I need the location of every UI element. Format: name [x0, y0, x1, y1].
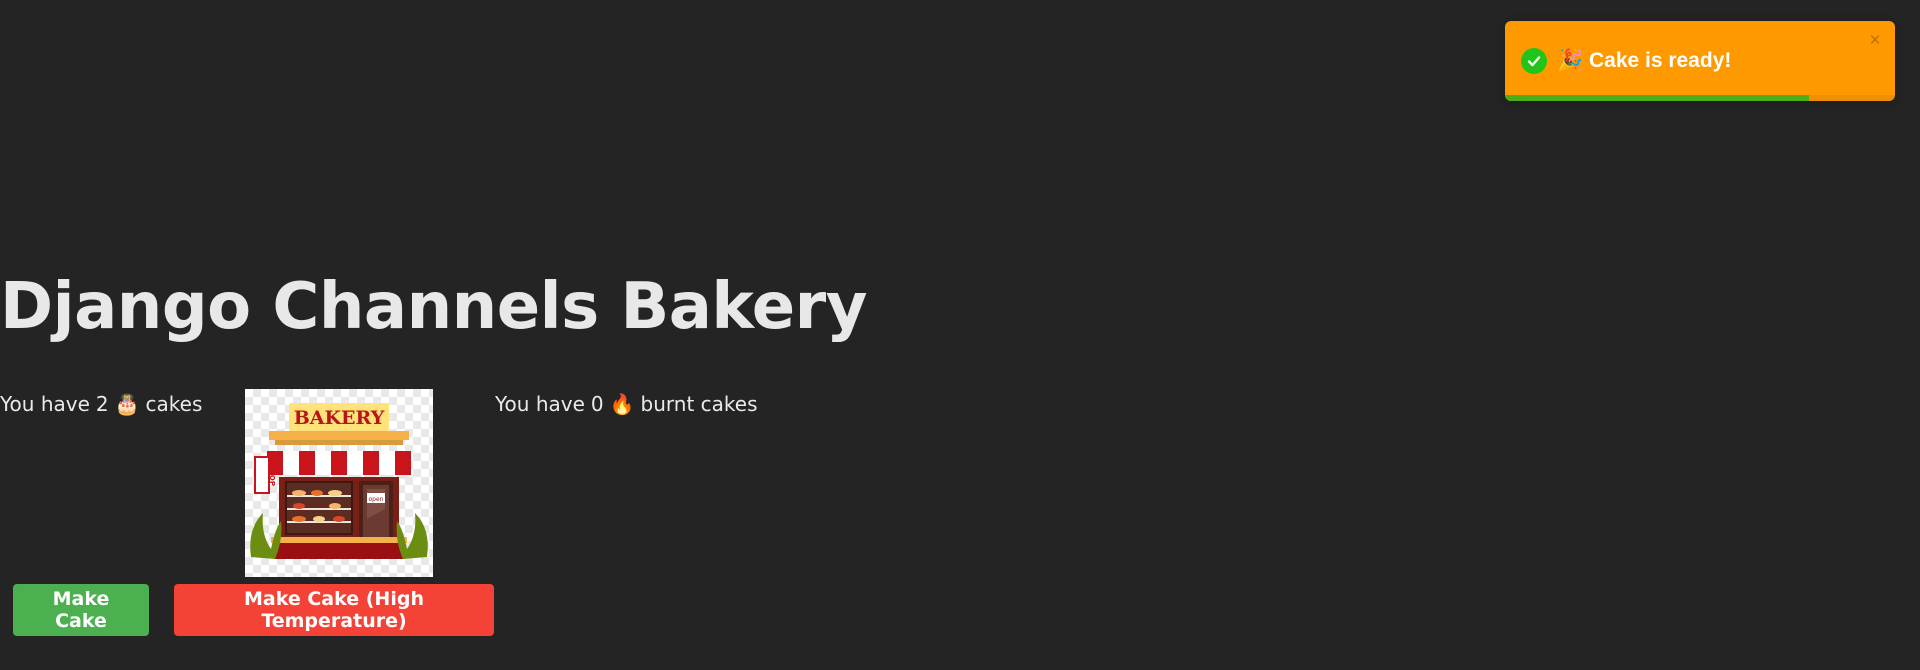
fire-icon: 🔥 — [609, 392, 635, 416]
make-cake-high-temp-button[interactable]: Make Cake (High Temperature) — [174, 584, 494, 636]
cakes-suffix: cakes — [145, 392, 203, 416]
check-circle-icon — [1521, 48, 1547, 74]
burnt-counter: You have 0 🔥 burnt cakes — [495, 392, 758, 416]
toast-notification[interactable]: 🎉 Cake is ready! × — [1505, 21, 1895, 101]
bakery-sign-text: BAKERY — [294, 407, 385, 429]
side-sign-text: SHOP — [268, 464, 276, 486]
close-icon[interactable]: × — [1865, 31, 1885, 51]
page: 🎉 Cake is ready! × Django Channels Baker… — [0, 0, 1920, 670]
toast-progress-track — [1505, 95, 1895, 101]
cakes-count: 2 — [95, 392, 109, 416]
page-title: Django Channels Bakery — [0, 270, 867, 344]
toast-body: 🎉 Cake is ready! — [1521, 21, 1731, 101]
burnt-suffix: burnt cakes — [640, 392, 758, 416]
bakery-image: BAKERY open SHOP — [245, 389, 433, 577]
make-cake-button[interactable]: Make Cake — [13, 584, 149, 636]
bakery-illustration: BAKERY open SHOP — [250, 403, 428, 559]
door-sign-text: open — [369, 496, 384, 503]
toast-message: 🎉 Cake is ready! — [1557, 49, 1732, 72]
cake-icon: 🎂 — [114, 392, 140, 416]
cakes-counter: You have 2 🎂 cakes — [0, 392, 202, 416]
cakes-prefix: You have — [0, 392, 90, 416]
burnt-prefix: You have — [495, 392, 585, 416]
burnt-count: 0 — [590, 392, 604, 416]
toast-progress-bar — [1505, 95, 1810, 101]
